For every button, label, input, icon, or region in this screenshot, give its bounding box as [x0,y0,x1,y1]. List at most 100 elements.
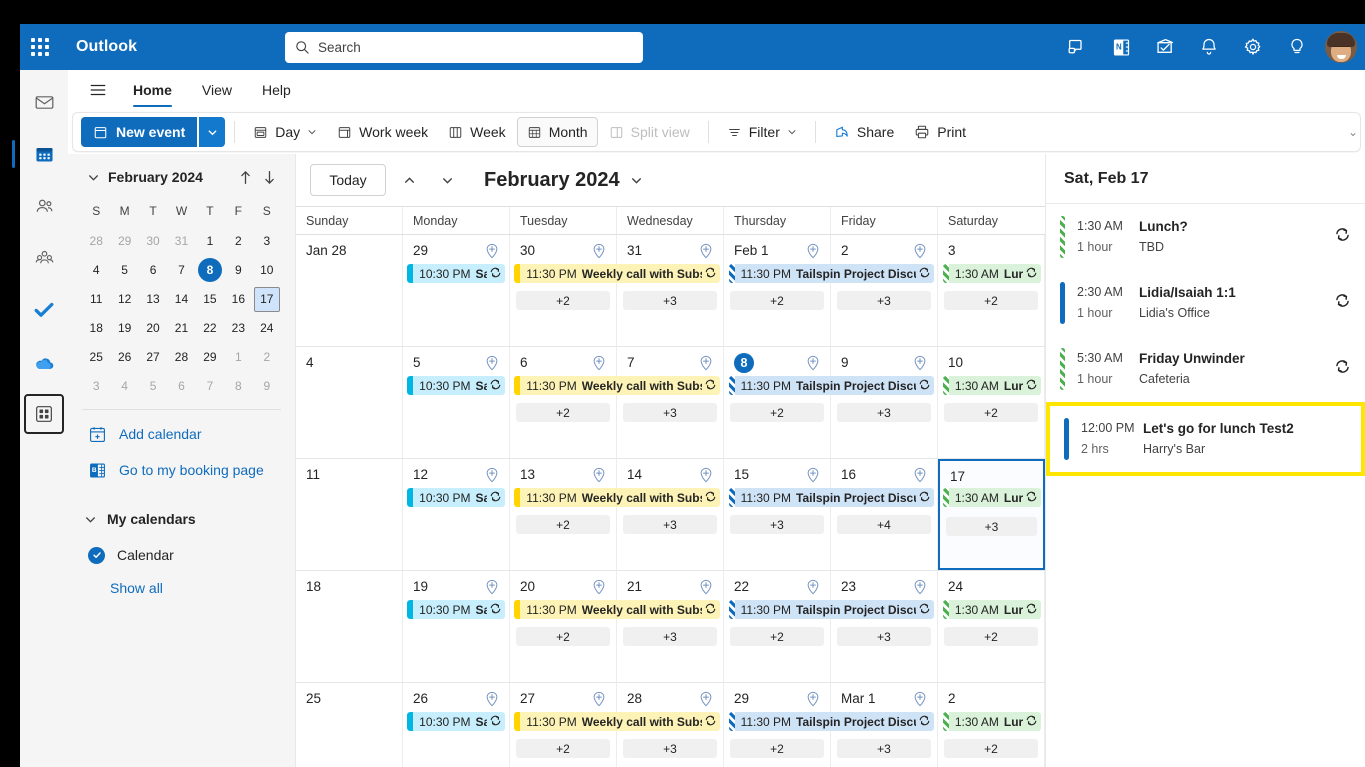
mini-calendar-day-4[interactable]: 4 [110,373,138,399]
agenda-item[interactable]: 5:30 AM 1 hour Friday Unwinder Cafeteria [1046,336,1365,402]
add-event-icon[interactable] [483,354,501,372]
add-event-icon[interactable] [804,466,822,484]
calendar-event-chip[interactable]: 10:30 PM Sa [407,600,506,619]
mini-calendar-day-25[interactable]: 25 [82,344,110,370]
more-events-button[interactable]: +3 [837,627,931,646]
calendar-event-chip[interactable]: 11:30 PM Weekly call with Subs [514,712,720,731]
add-event-icon[interactable] [911,466,929,484]
mini-calendar-day-17[interactable]: 17 [253,286,281,312]
more-events-button[interactable]: +3 [837,291,931,310]
calendar-day-cell-13[interactable]: 13 +2 [510,459,617,570]
mini-calendar-day-1[interactable]: 1 [224,344,252,370]
add-event-icon[interactable] [697,466,715,484]
calendar-next-button[interactable] [432,165,462,195]
settings-gear-icon[interactable] [1233,27,1273,67]
calendar-event-chip[interactable]: 11:30 PM Weekly call with Subs [514,600,720,619]
mini-calendar-day-21[interactable]: 21 [167,315,195,341]
agenda-item[interactable]: 1:30 AM 1 hour Lunch? TBD [1046,204,1365,270]
calendar-event-chip[interactable]: 10:30 PM Sa [407,712,506,731]
more-events-button[interactable]: +2 [944,739,1038,758]
mini-calendar-day-9[interactable]: 9 [253,373,281,399]
calendar-event-chip[interactable]: 1:30 AM Lur [942,600,1041,619]
more-events-button[interactable]: +2 [730,739,824,758]
calendar-day-cell-4[interactable]: 4 [296,347,403,458]
add-event-icon[interactable] [911,690,929,708]
calendar-day-cell-7[interactable]: 7 +3 [617,347,724,458]
calendar-prev-button[interactable] [394,165,424,195]
today-button[interactable]: Today [310,164,386,196]
mini-calendar-day-16[interactable]: 16 [224,286,252,312]
mini-calendar-day-11[interactable]: 11 [82,286,110,312]
mini-calendar-day-18[interactable]: 18 [82,315,110,341]
mini-calendar-day-28[interactable]: 28 [82,228,110,254]
mini-calendar-day-10[interactable]: 10 [253,257,281,283]
mini-calendar-prev-icon[interactable] [233,165,257,189]
calendar-event-chip[interactable]: 11:30 PM Tailspin Project Discus [728,712,934,731]
mini-calendar-day-6[interactable]: 6 [167,373,195,399]
more-events-button[interactable]: +3 [730,515,824,534]
add-event-icon[interactable] [483,466,501,484]
mini-calendar-day-26[interactable]: 26 [110,344,138,370]
calendar-day-cell-3[interactable]: 3 +2 [938,235,1045,346]
add-event-icon[interactable] [483,690,501,708]
more-events-button[interactable]: +2 [516,291,610,310]
split-view-button[interactable]: Split view [600,117,699,147]
mini-calendar-day-6[interactable]: 6 [139,257,167,283]
calendar-day-cell-16[interactable]: 16 +4 [831,459,938,570]
calendar-list-item[interactable]: Calendar [82,538,281,572]
calendar-month-picker[interactable]: February 2024 [484,169,643,192]
mini-calendar-day-28[interactable]: 28 [167,344,195,370]
more-events-button[interactable]: +2 [516,627,610,646]
new-event-caret-button[interactable] [199,117,226,147]
tips-lightbulb-icon[interactable] [1277,27,1317,67]
new-event-button[interactable]: New event [81,117,198,147]
more-events-button[interactable]: +3 [623,515,717,534]
calendar-day-cell-30[interactable]: 30 +2 [510,235,617,346]
calendar-day-cell-18[interactable]: 18 [296,571,403,682]
calendar-day-cell-24[interactable]: 24 +2 [938,571,1045,682]
mini-calendar-day-12[interactable]: 12 [110,286,138,312]
calendar-day-cell-17[interactable]: 17 +3 [938,459,1045,570]
mini-calendar-day-4[interactable]: 4 [82,257,110,283]
more-events-button[interactable]: +3 [837,739,931,758]
add-event-icon[interactable] [697,578,715,596]
calendar-event-chip[interactable]: 11:30 PM Tailspin Project Discus [728,488,934,507]
search-container[interactable]: Search [285,32,643,63]
calendar-day-cell-25[interactable]: 25 [296,683,403,767]
more-events-button[interactable]: +3 [623,627,717,646]
mini-calendar-day-14[interactable]: 14 [167,286,195,312]
more-events-button[interactable]: +3 [623,403,717,422]
mini-calendar-day-30[interactable]: 30 [139,228,167,254]
tab-help[interactable]: Help [249,70,304,110]
mini-calendar-day-8[interactable]: 8 [196,257,224,283]
add-event-icon[interactable] [590,578,608,596]
app-launcher-icon[interactable] [20,24,60,70]
mini-calendar-day-1[interactable]: 1 [196,228,224,254]
view-week-button[interactable]: Week [439,117,515,147]
filter-button[interactable]: Filter [718,117,806,147]
calendar-day-cell-feb-1[interactable]: Feb 1 +2 [724,235,831,346]
calendar-day-cell-6[interactable]: 6 +2 [510,347,617,458]
add-event-icon[interactable] [483,242,501,260]
calendar-event-chip[interactable]: 1:30 AM Lur [942,376,1041,395]
to-do-icon[interactable] [1145,27,1185,67]
show-all-calendars-link[interactable]: Show all [82,572,281,596]
view-day-button[interactable]: Day [244,117,326,147]
rail-item-apps[interactable] [24,394,64,434]
mini-calendar-day-27[interactable]: 27 [139,344,167,370]
calendar-day-cell-5[interactable]: 5 [403,347,510,458]
add-event-icon[interactable] [804,354,822,372]
calendar-day-cell-14[interactable]: 14 +3 [617,459,724,570]
rail-item-people[interactable] [24,186,64,226]
add-event-icon[interactable] [483,578,501,596]
add-event-icon[interactable] [590,354,608,372]
add-event-icon[interactable] [804,242,822,260]
add-event-icon[interactable] [911,354,929,372]
booking-page-button[interactable]: B Go to my booking page [82,452,281,488]
mini-calendar-day-7[interactable]: 7 [196,373,224,399]
calendar-day-cell-20[interactable]: 20 +2 [510,571,617,682]
rail-item-groups[interactable] [24,238,64,278]
calendar-day-cell-15[interactable]: 15 +3 [724,459,831,570]
add-event-icon[interactable] [804,578,822,596]
calendar-checkbox-checked[interactable] [88,546,105,564]
